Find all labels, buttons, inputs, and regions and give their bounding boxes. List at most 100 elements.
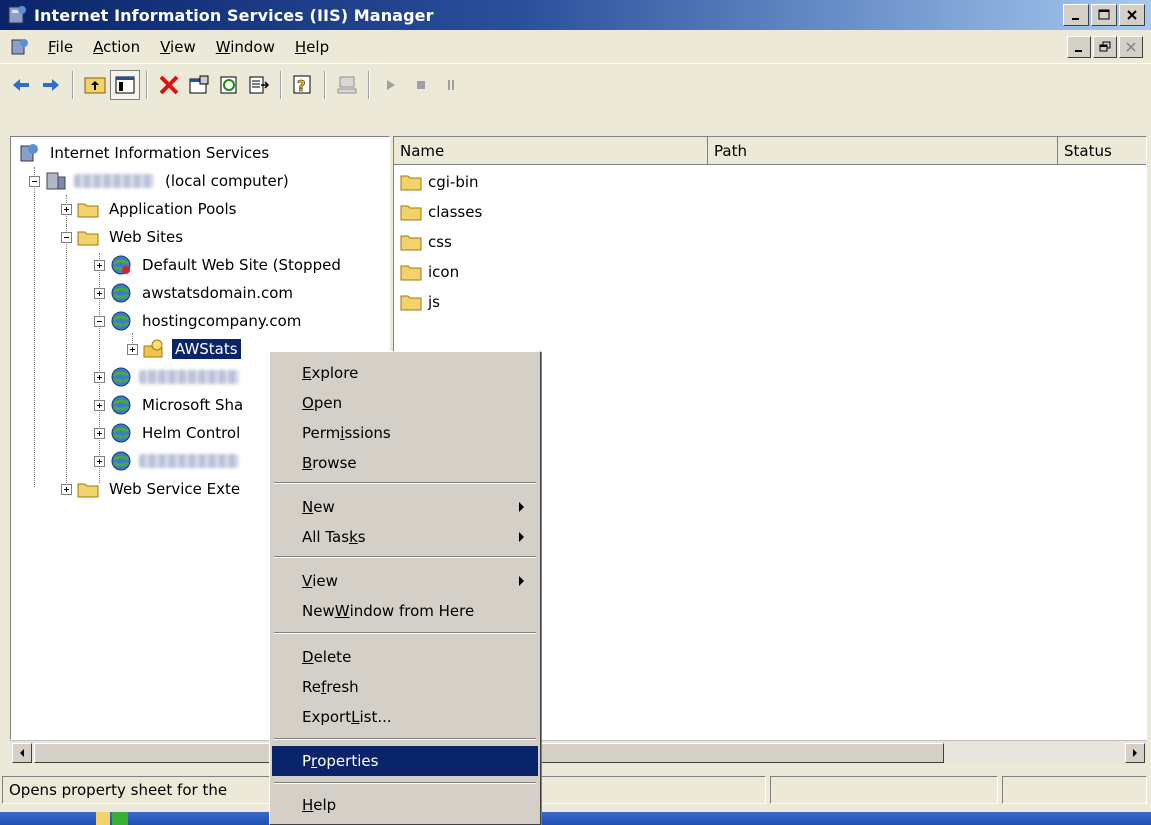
menu-action[interactable]: Action bbox=[83, 38, 150, 56]
minimize-icon bbox=[1075, 50, 1082, 52]
context-item-new-window[interactable]: New Window from Here bbox=[272, 596, 538, 626]
toolbar: ? bbox=[0, 63, 1151, 133]
scroll-left-button[interactable] bbox=[12, 743, 32, 763]
list-item[interactable]: css bbox=[400, 227, 452, 257]
status-panel-3 bbox=[1002, 776, 1147, 804]
help-icon: ? bbox=[293, 75, 311, 95]
connect-button[interactable] bbox=[332, 70, 362, 100]
delete-button[interactable] bbox=[154, 70, 184, 100]
tree-node-awstatsdomain[interactable]: awstatsdomain.com bbox=[94, 279, 296, 307]
list-item[interactable]: icon bbox=[400, 257, 459, 287]
website-globe-icon bbox=[111, 423, 131, 443]
folder-icon bbox=[400, 295, 422, 311]
stop-item-button[interactable] bbox=[406, 70, 436, 100]
tree-label: Internet Information Services bbox=[50, 144, 270, 162]
expand-toggle[interactable] bbox=[94, 455, 105, 467]
context-item-browse[interactable]: Browse bbox=[272, 448, 538, 478]
toolbar-separator bbox=[146, 71, 148, 99]
list-item[interactable]: js bbox=[400, 287, 440, 317]
iis-root-icon bbox=[20, 144, 38, 162]
submenu-arrow-icon bbox=[519, 532, 524, 542]
context-item-export-list[interactable]: Export List... bbox=[272, 702, 538, 732]
tree-node-hostingcompany[interactable]: hostingcompany.com bbox=[94, 307, 304, 335]
list-item-name: icon bbox=[428, 263, 460, 281]
column-header-name[interactable]: Name bbox=[394, 137, 708, 165]
computer-icon bbox=[46, 172, 66, 190]
menu-view[interactable]: View bbox=[150, 38, 206, 56]
minimize-icon bbox=[1072, 18, 1079, 20]
collapse-toggle[interactable] bbox=[61, 231, 72, 243]
list-item-name: cgi-bin bbox=[428, 173, 479, 191]
context-item-properties[interactable]: Pr operties bbox=[272, 746, 538, 776]
expand-toggle[interactable] bbox=[94, 259, 105, 271]
stop-icon bbox=[417, 81, 425, 89]
expand-toggle[interactable] bbox=[94, 399, 105, 411]
minimize-button[interactable] bbox=[1063, 4, 1089, 26]
refresh-button[interactable] bbox=[214, 70, 244, 100]
tree-node-application-pools[interactable]: Application Pools bbox=[61, 195, 239, 223]
tree-label: Web Service Exte bbox=[109, 480, 241, 498]
collapse-toggle[interactable] bbox=[94, 315, 105, 327]
help-button[interactable]: ? bbox=[288, 70, 318, 100]
maximize-button[interactable] bbox=[1091, 4, 1117, 26]
start-item-button[interactable] bbox=[376, 70, 406, 100]
expand-toggle[interactable] bbox=[127, 343, 138, 355]
context-item-explore[interactable]: Explore bbox=[272, 358, 538, 388]
up-one-level-button[interactable] bbox=[80, 70, 110, 100]
list-item-name: js bbox=[428, 293, 440, 311]
close-button[interactable] bbox=[1119, 4, 1145, 26]
forward-button[interactable] bbox=[36, 70, 66, 100]
tree-node-microsoft-sharepoint[interactable]: Microsoft Sha bbox=[94, 391, 246, 419]
context-item-delete[interactable]: Delete bbox=[272, 642, 538, 672]
context-item-all-tasks[interactable]: All Tas k s bbox=[272, 522, 538, 552]
tree-node-web-sites[interactable]: Web Sites bbox=[61, 223, 186, 251]
context-item-open[interactable]: Open bbox=[272, 388, 538, 418]
child-restore-button[interactable] bbox=[1093, 36, 1117, 58]
context-menu: Explore Open Perm i ssions Browse New All … bbox=[269, 351, 541, 825]
folder-icon bbox=[77, 231, 99, 246]
expand-toggle[interactable] bbox=[94, 287, 105, 299]
context-item-view[interactable]: View bbox=[272, 566, 538, 596]
tree-node-default-web-site[interactable]: Default Web Site (Stopped bbox=[94, 251, 344, 279]
tree-node-redacted-site-1[interactable] bbox=[94, 363, 247, 391]
list-item[interactable]: classes bbox=[400, 197, 482, 227]
back-button[interactable] bbox=[6, 70, 36, 100]
column-header-path[interactable]: Path bbox=[708, 137, 1058, 165]
context-item-permissions[interactable]: Perm i ssions bbox=[272, 418, 538, 448]
pause-item-button[interactable] bbox=[436, 70, 466, 100]
tree-node-helm-control[interactable]: Helm Control bbox=[94, 419, 243, 447]
folder-up-icon bbox=[84, 77, 106, 94]
context-item-help[interactable]: Help bbox=[272, 790, 538, 820]
properties-button[interactable] bbox=[184, 70, 214, 100]
expand-toggle[interactable] bbox=[94, 427, 105, 439]
tree-node-awstats[interactable]: AWStats bbox=[127, 335, 242, 363]
back-arrow-icon bbox=[13, 79, 29, 91]
child-minimize-button[interactable] bbox=[1067, 36, 1091, 58]
export-list-button[interactable] bbox=[244, 70, 274, 100]
collapse-toggle[interactable] bbox=[29, 175, 40, 187]
column-header-status[interactable]: Status bbox=[1058, 137, 1146, 165]
toolbar-separator bbox=[280, 71, 282, 99]
tree-node-iis-root[interactable]: Internet Information Services bbox=[17, 139, 272, 167]
expand-toggle[interactable] bbox=[61, 483, 72, 495]
menu-window[interactable]: Window bbox=[206, 38, 285, 56]
submenu-arrow-icon bbox=[519, 576, 524, 586]
tree-node-local-computer[interactable]: (local computer) bbox=[29, 167, 292, 195]
context-item-new[interactable]: New bbox=[272, 492, 538, 522]
show-hide-tree-button[interactable] bbox=[110, 70, 140, 100]
folder-icon bbox=[400, 265, 422, 281]
tree-label-selected: AWStats bbox=[171, 338, 242, 360]
tree-node-web-service-extensions[interactable]: Web Service Exte bbox=[61, 475, 243, 503]
expand-toggle[interactable] bbox=[61, 203, 72, 215]
horizontal-scrollbar[interactable] bbox=[10, 740, 1147, 764]
console-tree-icon bbox=[115, 76, 135, 94]
tree-label: Web Sites bbox=[109, 228, 184, 246]
child-close-button[interactable] bbox=[1119, 36, 1143, 58]
context-item-refresh[interactable]: Re f resh bbox=[272, 672, 538, 702]
expand-toggle[interactable] bbox=[94, 371, 105, 383]
tree-node-redacted-site-2[interactable] bbox=[94, 447, 247, 475]
list-item[interactable]: cgi-bin bbox=[400, 167, 479, 197]
scroll-right-button[interactable] bbox=[1125, 743, 1145, 763]
menu-file[interactable]: File bbox=[38, 38, 83, 56]
menu-help[interactable]: Help bbox=[285, 38, 339, 56]
